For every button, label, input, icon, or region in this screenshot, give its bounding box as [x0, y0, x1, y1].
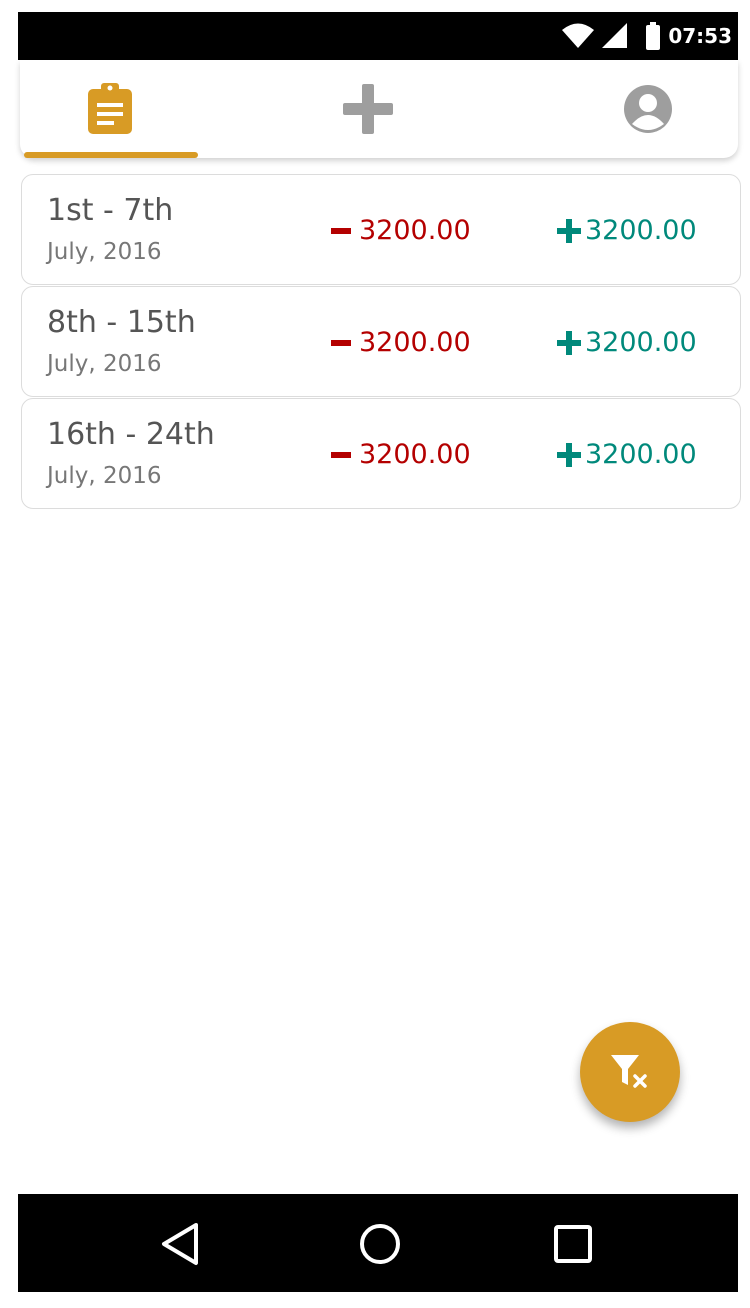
- signal-icon: [602, 23, 627, 48]
- top-tab-bar: [20, 60, 738, 158]
- home-icon: [360, 1224, 400, 1264]
- clear-filter-button[interactable]: [580, 1022, 680, 1122]
- phone-screen: 07:53 1st - 7th July, 2016 3200.00 3200.…: [18, 12, 741, 1292]
- expense-amount: 3200.00: [331, 439, 471, 470]
- plus-icon: [557, 442, 581, 467]
- back-icon: [162, 1223, 198, 1265]
- tab-profile[interactable]: [558, 60, 738, 158]
- list-item[interactable]: 1st - 7th July, 2016 3200.00 3200.00: [21, 174, 741, 285]
- entry-month: July, 2016: [47, 351, 162, 377]
- system-nav-bar: [18, 1194, 738, 1292]
- active-tab-indicator: [24, 152, 198, 158]
- status-bar: 07:53: [18, 12, 738, 60]
- minus-icon: [331, 451, 351, 458]
- income-amount: 3200.00: [557, 215, 697, 246]
- plus-icon: [557, 218, 581, 243]
- battery-icon: [646, 22, 660, 50]
- entry-date-range: 16th - 24th: [47, 417, 215, 452]
- status-time: 07:53: [668, 24, 732, 48]
- plus-icon: [343, 84, 393, 134]
- entry-month: July, 2016: [47, 463, 162, 489]
- entry-month: July, 2016: [47, 239, 162, 265]
- account-icon: [624, 85, 672, 133]
- filter-clear-icon: [611, 1055, 647, 1088]
- plus-icon: [557, 330, 581, 355]
- back-button[interactable]: [150, 1216, 210, 1272]
- income-amount: 3200.00: [557, 327, 697, 358]
- recents-button[interactable]: [543, 1216, 603, 1272]
- home-button[interactable]: [350, 1216, 410, 1272]
- list-item[interactable]: 8th - 15th July, 2016 3200.00 3200.00: [21, 286, 741, 397]
- recents-icon: [554, 1225, 592, 1263]
- entry-date-range: 1st - 7th: [47, 193, 174, 228]
- tab-add[interactable]: [278, 60, 458, 158]
- tab-entries[interactable]: [20, 60, 200, 158]
- minus-icon: [331, 339, 351, 346]
- entry-list: 1st - 7th July, 2016 3200.00 3200.00 8th…: [21, 174, 741, 510]
- income-amount: 3200.00: [557, 439, 697, 470]
- wifi-icon: [562, 23, 594, 48]
- minus-icon: [331, 227, 351, 234]
- expense-amount: 3200.00: [331, 215, 471, 246]
- list-item[interactable]: 16th - 24th July, 2016 3200.00 3200.00: [21, 398, 741, 509]
- clipboard-icon: [88, 83, 132, 134]
- expense-amount: 3200.00: [331, 327, 471, 358]
- entry-date-range: 8th - 15th: [47, 305, 196, 340]
